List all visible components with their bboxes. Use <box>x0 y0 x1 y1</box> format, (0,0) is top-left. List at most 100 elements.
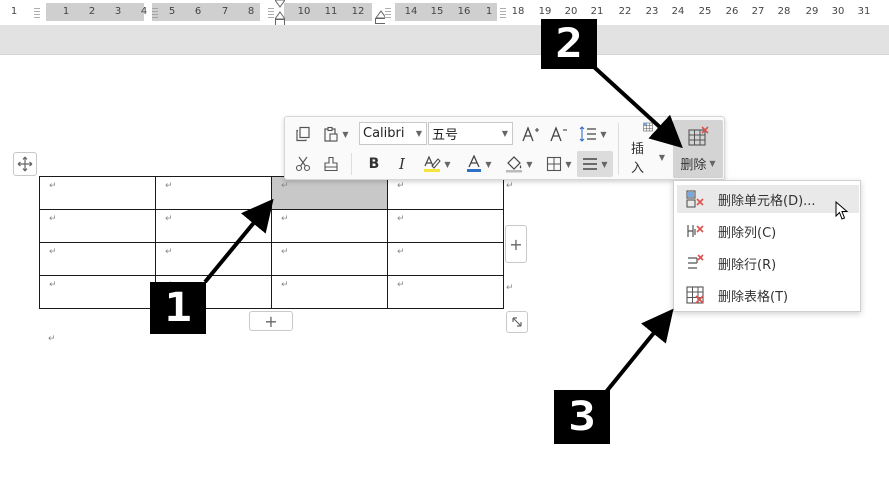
insert-button[interactable]: 插入 ▼ <box>631 122 665 176</box>
ruler-number: 1 <box>62 6 70 17</box>
ruler-number: 3 <box>114 6 122 17</box>
ruler-number: 23 <box>645 6 659 17</box>
font-name-value: Calibri <box>363 126 405 141</box>
mouse-cursor-icon <box>835 201 849 220</box>
paste-button[interactable]: ▼ <box>319 122 353 146</box>
menu-item-label: 删除单元格(D)... <box>718 193 816 209</box>
font-color-button[interactable]: ▼ <box>461 152 497 176</box>
font-grow-icon <box>522 126 539 142</box>
ruler-number: 26 <box>725 6 739 17</box>
align-button[interactable]: ▼ <box>577 151 613 177</box>
table-cell[interactable]: ↵ <box>39 209 156 243</box>
ruler-column-marker[interactable] <box>34 6 40 18</box>
step-badge-1: 1 <box>150 282 206 334</box>
table-resize-handle[interactable] <box>506 311 528 333</box>
ruler-number: 7 <box>221 6 229 17</box>
highlight-button[interactable]: ▼ <box>419 152 455 176</box>
table-row: ↵↵↵↵ <box>39 242 504 276</box>
table-row: ↵↵↵↵ <box>39 209 504 243</box>
scissors-icon <box>295 156 311 172</box>
paint-bucket-icon <box>506 156 523 173</box>
ruler-number: 29 <box>805 6 819 17</box>
ruler-number: 11 <box>324 6 338 17</box>
ruler-column-marker[interactable] <box>385 6 391 18</box>
ruler-number: 25 <box>698 6 712 17</box>
chevron-down-icon: ▼ <box>501 129 508 138</box>
chevron-down-icon: ▼ <box>485 159 492 169</box>
menu-item-delete-column[interactable]: 删除列(C) <box>677 217 859 245</box>
menu-item-label: 删除行(R) <box>718 257 777 273</box>
table-cell[interactable]: ↵ <box>387 275 504 309</box>
chevron-down-icon: ▼ <box>342 129 349 139</box>
table-cell[interactable]: ↵ <box>387 176 504 210</box>
chevron-down-icon: ▼ <box>709 158 716 168</box>
line-spacing-icon <box>580 126 597 142</box>
ruler-band <box>0 25 889 55</box>
paragraph-mark: ↵ <box>48 334 56 344</box>
table-cell[interactable]: ↵ <box>271 176 388 210</box>
highlighter-icon <box>424 155 442 172</box>
first-line-indent-icon[interactable] <box>275 0 285 26</box>
table-cell[interactable]: ↵ <box>271 275 388 309</box>
right-indent-icon[interactable] <box>375 10 385 24</box>
ruler-number: 10 <box>297 6 311 17</box>
menu-item-delete-table[interactable]: 删除表格(T) <box>677 281 859 309</box>
delete-column-icon <box>684 220 706 242</box>
italic-button[interactable]: I <box>391 152 413 176</box>
border-grid-icon <box>547 156 562 172</box>
document-table[interactable]: ↵↵↵↵↵↵↵↵↵↵↵↵↵↵↵↵ <box>39 176 504 309</box>
ruler-number: 1 <box>10 6 18 17</box>
horizontal-ruler[interactable]: 1 1 2 3 4 5 6 7 8 10 11 12 14 15 16 1 18 19 20 21 22 23 24 25 26… <box>0 0 889 26</box>
ruler-number: 31 <box>857 6 871 17</box>
menu-item-label: 删除列(C) <box>718 225 777 241</box>
table-cell[interactable]: ↵ <box>155 242 272 276</box>
table-row: ↵↵↵↵ <box>39 176 504 210</box>
move-arrows-icon <box>17 156 33 172</box>
bold-button[interactable]: B <box>363 152 385 176</box>
ruler-column-marker[interactable] <box>500 6 506 18</box>
ruler-number: 12 <box>351 6 365 17</box>
format-painter-button[interactable] <box>319 152 343 176</box>
shading-button[interactable]: ▼ <box>501 152 537 176</box>
font-shrink-icon <box>550 126 567 142</box>
increase-font-size-button[interactable] <box>519 122 543 146</box>
delete-button[interactable]: 删除 ▼ <box>673 120 723 178</box>
menu-item-delete-row[interactable]: 删除行(R) <box>677 249 859 277</box>
table-cell[interactable]: ↵ <box>271 242 388 276</box>
decrease-font-size-button[interactable] <box>547 122 571 146</box>
delete-row-icon <box>684 252 706 274</box>
table-move-handle[interactable] <box>13 152 37 176</box>
copy-button[interactable] <box>291 122 315 146</box>
table-cell[interactable]: ↵ <box>39 176 156 210</box>
font-size-select[interactable]: 五号 ▼ <box>428 122 513 145</box>
insert-label: 插入 <box>631 142 645 176</box>
menu-item-delete-cell[interactable]: 删除单元格(D)... <box>677 185 859 213</box>
align-justify-icon <box>583 158 598 170</box>
ruler-number: 22 <box>618 6 632 17</box>
font-color-icon <box>467 155 482 172</box>
toolbar-separator <box>618 123 619 175</box>
add-column-button[interactable]: + <box>505 225 527 263</box>
table-cell[interactable]: ↵ <box>387 209 504 243</box>
cut-button[interactable] <box>291 152 315 176</box>
ruler-number: 16 <box>457 6 471 17</box>
table-cell[interactable]: ↵ <box>387 242 504 276</box>
font-name-select[interactable]: Calibri ▼ <box>359 122 427 145</box>
ruler-number: 6 <box>194 6 202 17</box>
borders-button[interactable]: ▼ <box>541 152 577 176</box>
add-row-button[interactable]: + <box>249 311 293 331</box>
table-delete-icon <box>688 125 709 146</box>
table-cell[interactable]: ↵ <box>39 275 156 309</box>
chevron-down-icon: ▼ <box>600 129 607 139</box>
table-cell[interactable]: ↵ <box>271 209 388 243</box>
step-badge-3: 3 <box>554 390 610 444</box>
line-spacing-button[interactable]: ▼ <box>575 122 611 146</box>
format-painter-icon <box>324 156 338 172</box>
table-cell[interactable]: ↵ <box>39 242 156 276</box>
table-cell[interactable]: ↵ <box>155 176 272 210</box>
ruler-number: 18 <box>511 6 525 17</box>
chevron-down-icon: ▼ <box>565 159 572 169</box>
ruler-number: 15 <box>430 6 444 17</box>
table-cell[interactable]: ↵ <box>155 209 272 243</box>
ruler-column-marker[interactable] <box>268 6 274 18</box>
